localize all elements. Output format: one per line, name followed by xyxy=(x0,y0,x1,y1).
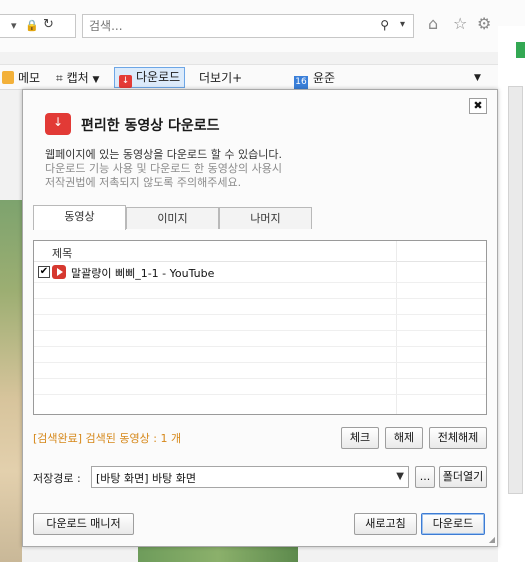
tab-etc[interactable]: 나머지 xyxy=(219,207,312,229)
row-divider xyxy=(34,298,486,299)
resize-grip-icon[interactable]: ◢ xyxy=(489,535,495,544)
chevron-down-icon[interactable]: ▾ xyxy=(400,19,405,30)
save-path-value: [바탕 화면] 바탕 화면 xyxy=(96,472,197,485)
browse-button[interactable]: ... xyxy=(415,466,435,488)
download-manager-button[interactable]: 다운로드 매니저 xyxy=(33,513,134,535)
chevron-down-icon[interactable]: ▼ xyxy=(474,69,481,87)
item-checkbox[interactable]: ✔ xyxy=(38,266,50,278)
close-button[interactable]: ✖ xyxy=(469,98,487,114)
address-bar[interactable]: ▾ 🔒 ↻ xyxy=(0,14,76,38)
tab-image[interactable]: 이미지 xyxy=(126,207,219,229)
scrollbar[interactable] xyxy=(508,86,523,494)
star-icon[interactable]: ☆ xyxy=(453,14,467,33)
row-divider xyxy=(34,314,486,315)
background-photo xyxy=(0,200,22,562)
toolbar-download[interactable]: ↓ 다운로드 xyxy=(114,67,186,88)
weather-label: 윤준 xyxy=(313,71,336,85)
refresh-icon[interactable]: ↻ xyxy=(43,17,54,32)
uncheck-button[interactable]: 해제 xyxy=(385,427,423,449)
toolbar-weather[interactable]: 16 윤준 xyxy=(294,69,336,89)
save-path-select[interactable]: [바탕 화면] 바탕 화면 ▼ xyxy=(91,466,409,488)
toolbar-memo[interactable]: 메모 xyxy=(2,69,40,87)
memo-icon xyxy=(2,71,14,84)
list-header: 제목 xyxy=(34,241,486,262)
close-icon: ✖ xyxy=(473,99,483,112)
description-line: 저작권법에 저촉되지 않도록 주의해주세요. xyxy=(45,176,242,189)
youtube-icon xyxy=(52,265,66,279)
chevron-down-icon: ▼ xyxy=(396,471,404,482)
panel-content: 제목 ✔ 말괄량이 삐삐_1-1 - YouTube [검색완료] 검색된 동영… xyxy=(33,230,489,530)
row-divider xyxy=(34,330,486,331)
search-input[interactable] xyxy=(89,18,359,34)
video-download-dialog: ✖ ↓ 편리한 동영상 다운로드 웹페이지에 있는 동영상을 다운로드 할 수 … xyxy=(22,89,498,547)
capture-label: 캡처 xyxy=(66,71,89,85)
tab-video[interactable]: 동영상 xyxy=(33,205,126,230)
chevron-down-icon: ▼ xyxy=(92,75,100,85)
row-divider xyxy=(34,378,486,379)
status-text: [검색완료] 검색된 동영상 : 1 개 xyxy=(33,432,182,445)
search-icon[interactable]: ⚲ xyxy=(380,18,389,32)
page-scroll-area xyxy=(498,26,525,562)
list-item[interactable]: ✔ 말괄량이 삐삐_1-1 - YouTube xyxy=(34,263,486,282)
refresh-button[interactable]: 새로고침 xyxy=(354,513,417,535)
row-divider xyxy=(34,362,486,363)
background-graphic xyxy=(516,42,525,58)
home-icon[interactable]: ⌂ xyxy=(428,14,438,33)
search-box[interactable]: ⚲ ▾ xyxy=(82,14,414,38)
video-list[interactable]: 제목 ✔ 말괄량이 삐삐_1-1 - YouTube xyxy=(33,240,487,415)
browser-toolbar: 메모 ⌗ 캡처 ▼ ↓ 다운로드 더보기+ 16 윤준 ▼ xyxy=(0,64,498,90)
uncheck-all-button[interactable]: 전체해제 xyxy=(429,427,487,449)
save-path-label: 저장경로 : xyxy=(33,472,81,485)
toolbar-capture[interactable]: ⌗ 캡처 ▼ xyxy=(56,69,99,87)
download-button[interactable]: 다운로드 xyxy=(421,513,485,535)
dialog-title: 편리한 동영상 다운로드 xyxy=(81,118,220,134)
check-button[interactable]: 체크 xyxy=(341,427,379,449)
column-header-title: 제목 xyxy=(52,247,73,260)
chevron-down-icon[interactable]: ▾ xyxy=(11,19,17,32)
lock-icon: 🔒 xyxy=(25,19,39,32)
memo-label: 메모 xyxy=(18,71,41,85)
open-folder-button[interactable]: 폴더열기 xyxy=(439,466,487,488)
crop-icon: ⌗ xyxy=(56,71,67,85)
download-icon: ↓ xyxy=(119,75,132,88)
browser-address-row: ▾ 🔒 ↻ ⚲ ▾ ⌂ ☆ ⚙ xyxy=(0,0,525,52)
row-divider xyxy=(34,346,486,347)
toolbar-more[interactable]: 더보기+ xyxy=(199,69,242,87)
download-logo-icon: ↓ xyxy=(45,113,71,135)
gear-icon[interactable]: ⚙ xyxy=(477,14,491,33)
row-divider xyxy=(34,282,486,283)
row-divider xyxy=(34,394,486,395)
download-label: 다운로드 xyxy=(136,70,181,84)
item-title: 말괄량이 삐삐_1-1 - YouTube xyxy=(71,267,215,280)
calendar-icon: 16 xyxy=(294,76,308,89)
